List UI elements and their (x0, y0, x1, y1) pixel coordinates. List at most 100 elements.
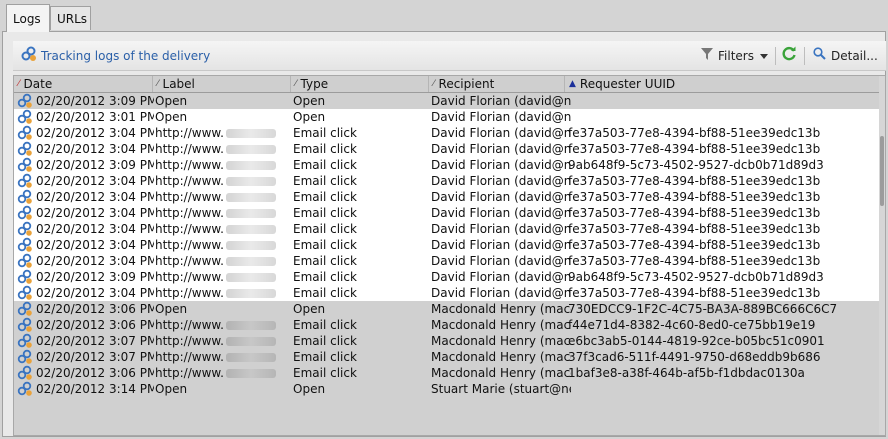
date-cell: 02/20/2012 3:07 PM (36, 350, 154, 364)
type-cell: Email click (293, 222, 357, 236)
requester-uuid-cell: 9ab648f9-5c73-4502-9527-dcb0b71d89d3 (568, 270, 824, 284)
requester-uuid-cell (568, 93, 868, 109)
redacted-url (225, 353, 276, 362)
label-cell: http://www. (155, 285, 291, 301)
column-header-date[interactable]: ⁄ Date (14, 76, 153, 92)
column-label: Requester UUID (579, 77, 676, 91)
requester-uuid-cell: fe37a503-77e8-4394-bf88-51ee39edc13b (568, 206, 821, 220)
filter-icon (701, 46, 713, 66)
table-row[interactable]: 02/20/2012 3:01 PM Open Open David Florian … (14, 109, 885, 125)
table-row[interactable]: 02/20/2012 3:04 PM http://www. Email click… (14, 173, 885, 189)
toolbar-title: Tracking logs of the delivery (41, 49, 211, 63)
label-text: http://www. (155, 126, 224, 140)
requester-uuid-cell: 1baf3e8-a38f-464b-af5b-f1dbdac0130a (568, 366, 805, 380)
date-cell: 02/20/2012 3:06 PM (36, 318, 154, 332)
label-cell: http://www. (155, 205, 291, 221)
date-cell: 02/20/2012 3:09 PM (36, 270, 154, 284)
date-cell: 02/20/2012 3:01 PM (36, 110, 154, 124)
tracking-log-icon (17, 109, 35, 125)
label-text: Open (155, 94, 188, 108)
label-cell: http://www. (155, 173, 291, 189)
tracking-log-icon (17, 301, 35, 317)
column-label: Recipient (438, 77, 495, 91)
recipient-cell: Stuart Marie (stuart@neo. (431, 382, 571, 396)
toolbar: Tracking logs of the delivery Filters De… (13, 41, 886, 71)
tracking-log-icon (17, 349, 35, 365)
date-cell: 02/20/2012 3:07 PM (36, 334, 154, 348)
table-row[interactable]: 02/20/2012 3:09 PM http://www. Email click… (14, 269, 885, 285)
grid-header: ⁄ Date ⁄ Label ⁄ Type ⁄ Recipient ▲ Requ… (14, 76, 885, 93)
label-text: http://www. (155, 318, 224, 332)
date-cell: 02/20/2012 3:14 PM (36, 382, 154, 396)
refresh-icon (781, 45, 797, 67)
label-text: http://www. (155, 206, 224, 220)
redacted-url (225, 161, 276, 170)
filters-label: Filters (718, 49, 754, 63)
redacted-url (225, 225, 276, 234)
vertical-scrollbar[interactable] (879, 76, 885, 435)
tab-urls[interactable]: URLs (50, 6, 91, 30)
table-row[interactable]: 02/20/2012 3:06 PM http://www. Email click… (14, 317, 885, 333)
filters-button[interactable]: Filters (701, 46, 768, 66)
table-row[interactable]: 02/20/2012 3:04 PM http://www. Email click… (14, 205, 885, 221)
table-row[interactable]: 02/20/2012 3:07 PM http://www. Email click… (14, 349, 885, 365)
type-cell: Email click (293, 174, 357, 188)
label-cell: http://www. (155, 157, 291, 173)
requester-uuid-cell (568, 381, 868, 397)
refresh-button[interactable] (781, 46, 797, 66)
table-row[interactable]: 02/20/2012 3:04 PM http://www. Email click… (14, 221, 885, 237)
table-row[interactable]: 02/20/2012 3:04 PM http://www. Email click… (14, 189, 885, 205)
table-row[interactable]: 02/20/2012 3:09 PM http://www. Email click… (14, 157, 885, 173)
redacted-url (225, 177, 276, 186)
tab-bar: Logs URLs (0, 0, 888, 32)
redacted-url (225, 241, 276, 250)
label-text: http://www. (155, 270, 224, 284)
label-cell: Open (155, 93, 291, 109)
column-header-type[interactable]: ⁄ Type (291, 76, 429, 92)
date-cell: 02/20/2012 3:04 PM (36, 254, 154, 268)
label-text: Open (155, 302, 188, 316)
table-row[interactable]: 02/20/2012 3:04 PM http://www. Email click… (14, 237, 885, 253)
date-cell: 02/20/2012 3:09 PM (36, 94, 154, 108)
label-cell: http://www. (155, 253, 291, 269)
date-cell: 02/20/2012 3:06 PM (36, 366, 154, 380)
label-text: http://www. (155, 286, 224, 300)
table-row[interactable]: 02/20/2012 3:09 PM Open Open David Florian … (14, 93, 885, 109)
redacted-url (225, 129, 276, 138)
label-cell: http://www. (155, 125, 291, 141)
type-cell: Email click (293, 238, 357, 252)
recipient-cell: David Florian (david@n... (431, 142, 571, 156)
recipient-cell: Macdonald Henry (macdc (431, 334, 571, 348)
tab-logs[interactable]: Logs (6, 4, 50, 32)
column-header-label[interactable]: ⁄ Label (153, 76, 291, 92)
tracking-log-icon (17, 365, 35, 381)
table-row[interactable]: 02/20/2012 3:04 PM http://www. Email click… (14, 285, 885, 301)
table-row[interactable]: 02/20/2012 3:04 PM http://www. Email click… (14, 253, 885, 269)
recipient-cell: David Florian (david@n... (431, 158, 571, 172)
type-cell: Email click (293, 254, 357, 268)
redacted-url (225, 321, 276, 330)
requester-uuid-cell: fe37a503-77e8-4394-bf88-51ee39edc13b (568, 222, 821, 236)
logs-panel: Tracking logs of the delivery Filters De… (2, 31, 886, 437)
column-label: Label (162, 77, 195, 91)
tracking-logs-link[interactable]: Tracking logs of the delivery (21, 46, 211, 65)
scrollbar-thumb[interactable] (880, 136, 884, 206)
column-header-recipient[interactable]: ⁄ Recipient (429, 76, 565, 92)
requester-uuid-cell: 9ab648f9-5c73-4502-9527-dcb0b71d89d3 (568, 158, 824, 172)
type-cell: Open (293, 94, 326, 108)
column-header-requester-uuid[interactable]: ▲ Requester UUID (565, 76, 881, 92)
detail-button[interactable]: Detail... (813, 46, 878, 66)
label-cell: http://www. (155, 333, 291, 349)
table-row[interactable]: 02/20/2012 3:04 PM http://www. Email click… (14, 141, 885, 157)
table-row[interactable]: 02/20/2012 3:06 PM http://www. Email click… (14, 365, 885, 381)
recipient-cell: David Florian (david@n... (431, 270, 571, 284)
table-row[interactable]: 02/20/2012 3:14 PM Open Open Stuart Marie (… (14, 381, 885, 397)
table-row[interactable]: 02/20/2012 3:06 PM Open Open Macdonald Henr… (14, 301, 885, 317)
chevron-down-icon (759, 46, 768, 66)
table-row[interactable]: 02/20/2012 3:07 PM http://www. Email click… (14, 333, 885, 349)
requester-uuid-cell: fe37a503-77e8-4394-bf88-51ee39edc13b (568, 238, 821, 252)
label-cell: Open (155, 301, 291, 317)
table-row[interactable]: 02/20/2012 3:04 PM http://www. Email click… (14, 125, 885, 141)
redacted-url (225, 273, 276, 282)
toolbar-separator (775, 47, 776, 65)
